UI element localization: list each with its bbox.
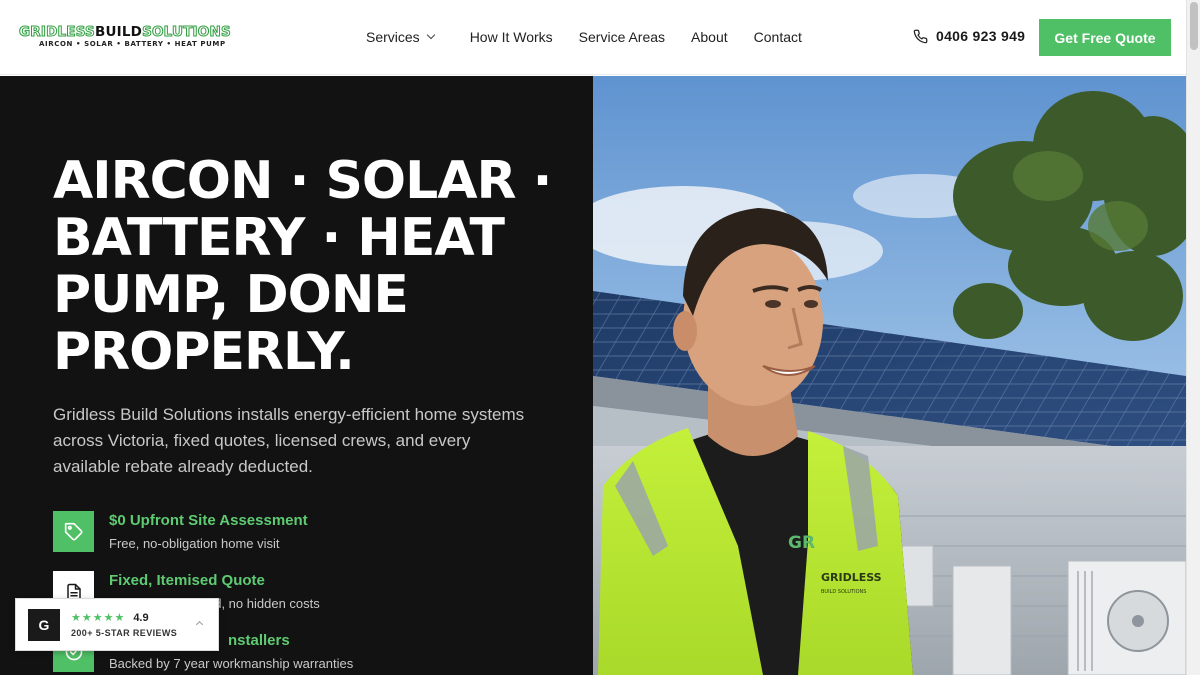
rating-value: 4.9 [133, 611, 149, 624]
main-nav: Services How It Works Service Areas Abou… [366, 29, 802, 45]
google-logo-icon: G [28, 608, 60, 641]
nav-contact[interactable]: Contact [754, 29, 802, 45]
hero-title: AIRCON · SOLAR · BATTERY · HEAT PUMP, DO… [53, 151, 552, 382]
hero-panel: AIRCON · SOLAR · BATTERY · HEAT PUMP, DO… [0, 76, 593, 675]
hero-description: Gridless Build Solutions installs energy… [53, 405, 525, 476]
hero-photo: GRIDLESS BUILD SOLUTIONS GR [593, 76, 1186, 675]
chevron-down-icon [426, 30, 435, 40]
nav-services[interactable]: Services [366, 29, 435, 45]
review-count: 200+ 5-STAR REVIEWS [71, 628, 178, 638]
nav-how-it-works[interactable]: How It Works [470, 29, 553, 45]
get-free-quote-button[interactable]: Get Free Quote [1039, 19, 1171, 56]
tag-icon [53, 511, 94, 552]
phone-icon [913, 29, 928, 43]
logo[interactable]: GRIDLESSBUILDSOLUTIONS AIRCON • SOLAR • … [19, 24, 259, 49]
feature-subtitle: Backed by 7 year workmanship warranties [109, 656, 354, 671]
nav-service-areas[interactable]: Service Areas [579, 29, 665, 45]
feature-title: $0 Upfront Site Assessment [109, 512, 308, 529]
phone-number: 0406 923 949 [936, 28, 1026, 44]
chevron-up-icon [195, 620, 204, 629]
vest-logo-text: GRIDLESS [821, 571, 882, 584]
shirt-logo-text: GR [788, 533, 815, 553]
logo-wordmark: GRIDLESSBUILDSOLUTIONS [19, 24, 232, 40]
vest-logo-subtext: BUILD SOLUTIONS [821, 589, 866, 595]
feature-subtitle: Free, no-obligation home visit [109, 536, 280, 551]
scrollbar-thumb[interactable] [1190, 2, 1198, 50]
feature-item: $0 Upfront Site Assessment Free, no-obli… [53, 511, 308, 552]
star-rating: ★★★★★ [71, 612, 126, 624]
site-header: GRIDLESSBUILDSOLUTIONS AIRCON • SOLAR • … [0, 0, 1186, 75]
nav-about[interactable]: About [691, 29, 728, 45]
phone-link[interactable]: 0406 923 949 [913, 28, 1025, 44]
feature-title: Fixed, Itemised Quote [109, 572, 265, 589]
page-scrollbar[interactable] [1186, 0, 1200, 675]
reviews-widget[interactable]: G ★★★★★ 4.9 200+ 5-STAR REVIEWS [15, 598, 219, 651]
installer-photo: GRIDLESS BUILD SOLUTIONS GR [593, 76, 1186, 675]
logo-tagline: AIRCON • SOLAR • BATTERY • HEAT PUMP [39, 40, 226, 48]
